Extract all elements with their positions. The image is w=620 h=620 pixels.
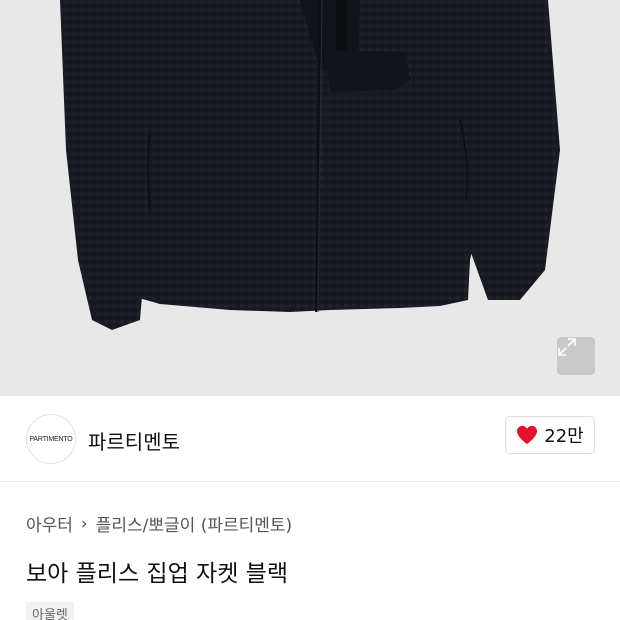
- jacket-illustration: [60, 0, 560, 330]
- brand-logo[interactable]: PARTIMENTO: [26, 414, 76, 464]
- brand-logo-text: PARTIMENTO: [29, 435, 73, 443]
- product-image[interactable]: [0, 0, 620, 396]
- breadcrumb-separator: ›: [80, 513, 88, 534]
- brand-row: PARTIMENTO 파르티멘토 22만: [0, 396, 620, 482]
- breadcrumb-category[interactable]: 아우터: [26, 511, 73, 536]
- section-divider: [0, 481, 620, 482]
- like-count: 22만: [544, 426, 584, 447]
- breadcrumb: 아우터 › 플리스/뽀글이 (파르티멘토): [26, 511, 292, 537]
- breadcrumb-subcategory[interactable]: 플리스/뽀글이 (파르티멘토): [96, 511, 292, 536]
- expand-image-button[interactable]: [557, 337, 595, 375]
- outlet-badge: 아울렛: [26, 602, 74, 620]
- like-button[interactable]: 22만: [505, 416, 595, 454]
- product-title: 보아 플리스 집업 자켓 블랙: [26, 561, 289, 587]
- heart-icon: [517, 425, 538, 445]
- expand-icon: [558, 338, 576, 356]
- brand-name-link[interactable]: 파르티멘토: [88, 426, 180, 455]
